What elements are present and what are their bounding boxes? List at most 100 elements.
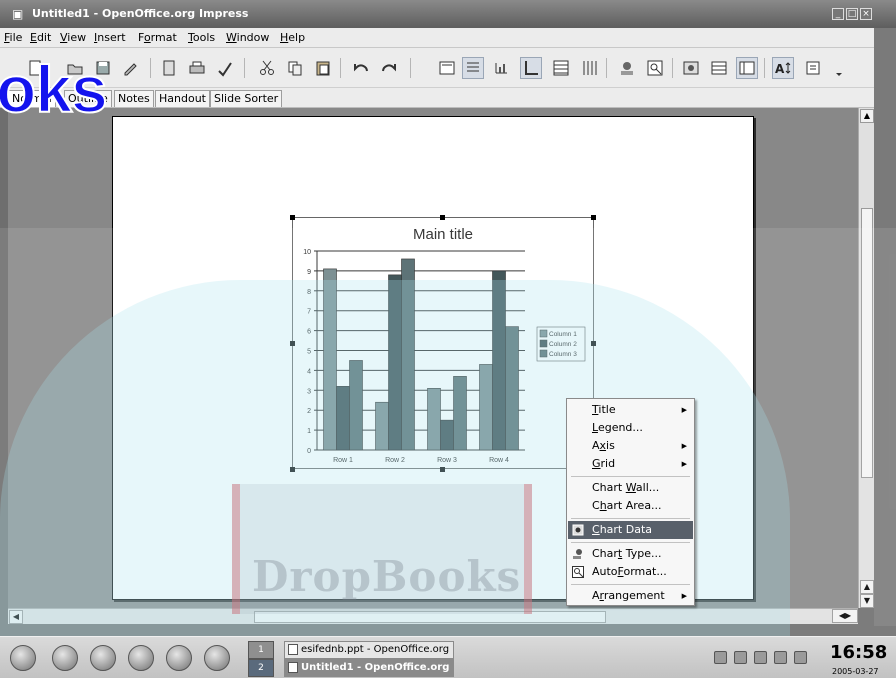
menu-edit[interactable]: Edit (30, 31, 51, 44)
x-tick-label: Row 4 (489, 457, 509, 464)
submenu-arrow-icon: ▶ (681, 406, 687, 414)
export-pdf-icon[interactable] (158, 57, 180, 79)
edit-file-icon[interactable] (120, 57, 142, 79)
paste-icon[interactable] (312, 57, 334, 79)
horizontal-grid-icon[interactable] (550, 57, 572, 79)
clock[interactable]: 16:58 2005-03-27 (818, 640, 894, 678)
desktop-taskbar: 1 2 esifednb.ppt - OpenOffice.org Untitl… (0, 636, 896, 678)
menu-item-axis[interactable]: Axis ▶ (568, 437, 693, 455)
axes-titles-icon[interactable] (490, 57, 512, 79)
slide-navigation-buttons[interactable]: ◀▶ (832, 609, 858, 623)
tab-normal[interactable]: Normal (8, 90, 56, 107)
updater-tray-icon[interactable] (754, 651, 767, 664)
menu-item-chart-area[interactable]: Chart Area... (568, 497, 693, 515)
bar (336, 386, 350, 451)
cut-icon[interactable] (256, 57, 278, 79)
menu-item-autoformat[interactable]: AutoFormat... (568, 563, 693, 581)
copy-icon[interactable] (284, 57, 306, 79)
menu-format[interactable]: Format (138, 31, 177, 44)
home-folder-icon[interactable] (52, 645, 78, 671)
bar (453, 376, 467, 451)
menu-help[interactable]: Help (280, 31, 305, 44)
save-icon[interactable] (92, 57, 114, 79)
chart-data-icon[interactable] (680, 57, 702, 79)
menu-item-arrangement[interactable]: Arrangement ▶ (568, 587, 693, 605)
openoffice-app-icon[interactable]: ▣ (12, 7, 26, 21)
scale-text-icon[interactable]: A (772, 57, 794, 79)
workspace-1-button[interactable]: 1 (248, 641, 274, 659)
menu-item-title[interactable]: Title ▶ (568, 401, 693, 419)
tab-notes[interactable]: Notes (114, 90, 154, 107)
resize-handle-e[interactable] (591, 341, 596, 346)
menu-item-chart-wall[interactable]: Chart Wall... (568, 479, 693, 497)
chart-object[interactable]: Main title 0 1 2 3 4 5 6 7 8 9 10 Row 1 Row 2 Row 3 Row… (292, 217, 594, 469)
maximize-button[interactable]: □ (846, 8, 858, 20)
window-title-bar[interactable]: ▣ Untitled1 - OpenOffice.org Impress _ □… (0, 0, 896, 28)
tab-slide-sorter[interactable]: Slide Sorter (210, 90, 283, 107)
menu-insert[interactable]: Insert (94, 31, 126, 44)
menu-item-chart-type[interactable]: Chart Type... (568, 545, 693, 563)
menu-file[interactable]: File (4, 31, 22, 44)
file-manager-icon[interactable] (90, 645, 116, 671)
undo-icon[interactable] (350, 57, 372, 79)
bar-chart[interactable]: Main title 0 1 2 3 4 5 6 7 8 9 10 Row 1 Row 2 Row 3 Row… (293, 218, 595, 470)
toolbar-overflow-icon[interactable] (828, 57, 850, 79)
legend-swatch (539, 329, 548, 338)
volume-tray-icon[interactable] (774, 651, 787, 664)
monitor-tray-icon[interactable] (794, 651, 807, 664)
legend-on-off-icon[interactable] (462, 57, 484, 79)
clock-date: 2005-03-27 (832, 667, 879, 676)
tab-handout[interactable]: Handout (155, 90, 210, 107)
redo-icon[interactable] (378, 57, 400, 79)
minimize-button[interactable]: _ (832, 8, 844, 20)
submenu-arrow-icon: ▶ (681, 460, 687, 468)
resize-handle-w[interactable] (290, 341, 295, 346)
scroll-left-arrow-icon[interactable]: ◀ (9, 610, 23, 624)
menu-separator (571, 476, 690, 477)
menu-window[interactable]: Window (226, 31, 269, 44)
data-in-rows-icon[interactable] (708, 57, 730, 79)
axes-on-off-icon[interactable] (520, 57, 542, 79)
vertical-scrollbar[interactable]: ▲ ▲ ▼ (858, 108, 874, 608)
resize-handle-n[interactable] (440, 215, 445, 220)
resize-handle-s[interactable] (440, 467, 445, 472)
resize-handle-nw[interactable] (290, 215, 295, 220)
menu-item-chart-data[interactable]: Chart Data (568, 521, 693, 539)
scroll-up-arrow-icon[interactable]: ▲ (860, 109, 874, 123)
clipboard-tray-icon[interactable] (734, 651, 747, 664)
email-client-icon[interactable] (204, 645, 230, 671)
resize-handle-ne[interactable] (591, 215, 596, 220)
scroll-down-arrow-icon[interactable]: ▼ (860, 594, 874, 608)
y-tick-label: 3 (307, 388, 311, 395)
reorganize-chart-icon[interactable] (802, 57, 824, 79)
close-button[interactable]: × (860, 8, 872, 20)
taskbar-window-untitled1[interactable]: Untitled1 - OpenOffice.org (284, 659, 454, 677)
spellcheck-icon[interactable] (214, 57, 236, 79)
resize-handle-sw[interactable] (290, 467, 295, 472)
main-menu-icon[interactable] (10, 645, 36, 671)
chart-title-on-off-icon[interactable] (436, 57, 458, 79)
vertical-scroll-thumb[interactable] (861, 208, 873, 478)
horizontal-scrollbar[interactable]: ◀ (8, 608, 858, 624)
workspace-2-button[interactable]: 2 (248, 659, 274, 677)
print-icon[interactable] (186, 57, 208, 79)
open-folder-icon[interactable] (64, 57, 86, 79)
bar (323, 268, 337, 451)
tab-outline[interactable]: Outline (64, 90, 112, 107)
vertical-grid-icon[interactable] (578, 57, 600, 79)
horizontal-scroll-thumb[interactable] (254, 611, 606, 623)
web-browser-icon[interactable] (166, 645, 192, 671)
autoformat-icon[interactable] (644, 57, 666, 79)
data-in-columns-icon[interactable] (736, 57, 758, 79)
taskbar-window-esifednb[interactable]: esifednb.ppt - OpenOffice.org (284, 641, 454, 659)
help-icon[interactable] (128, 645, 154, 671)
menu-item-legend[interactable]: Legend... (568, 419, 693, 437)
menu-view[interactable]: View (60, 31, 86, 44)
scroll-up-arrow-icon[interactable]: ▲ (860, 580, 874, 594)
network-tray-icon[interactable] (714, 651, 727, 664)
menu-tools[interactable]: Tools (188, 31, 215, 44)
chart-type-icon[interactable] (616, 57, 638, 79)
new-document-icon[interactable] (24, 57, 46, 79)
menu-item-grid[interactable]: Grid ▶ (568, 455, 693, 473)
bar (388, 274, 402, 451)
